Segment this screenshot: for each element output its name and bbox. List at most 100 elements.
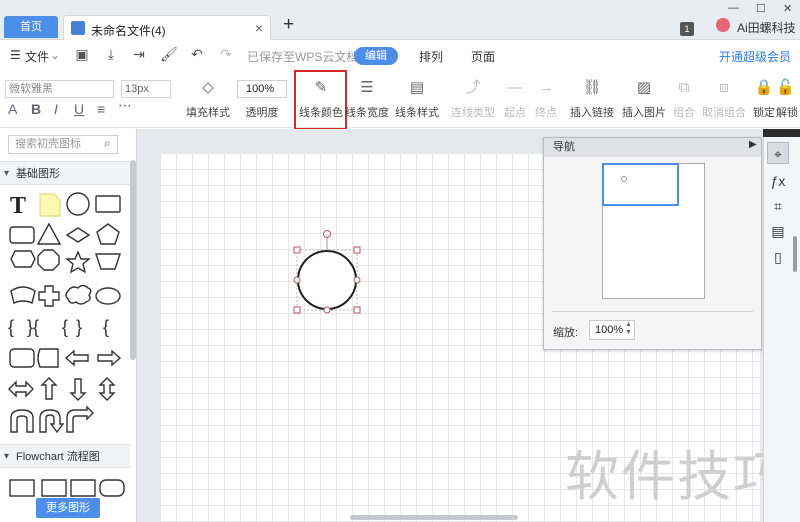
unlock-tool[interactable]: 🔓 解锁 [776,78,800,120]
line-style-icon: ▤ [409,79,425,96]
rail-scrollbar[interactable] [793,236,797,272]
menu-arrange[interactable]: 排列 [419,48,443,65]
window-count-badge[interactable]: 1 [680,22,694,36]
menu-bar [0,41,800,71]
watermark: 软件技巧 [565,445,789,508]
navigator-toggle-icon[interactable]: ⌖ [767,142,789,164]
saved-status: 已保存至WPS云文档 [247,50,359,64]
italic-button[interactable]: I [54,101,58,117]
delay-shape [37,348,59,368]
undo-icon[interactable]: ↶ [189,46,205,62]
underline-button[interactable]: U [74,101,84,117]
menu-file[interactable]: 文件 [25,48,49,65]
redo-icon[interactable]: ↷ [218,46,234,62]
double-arrow-h-shape [8,380,34,398]
maximize-icon[interactable]: ☐ [756,2,766,15]
trapezoid-shape [95,253,121,270]
text-options-icon[interactable]: ⋯ [118,97,132,114]
menu-edit[interactable]: 编辑 [354,47,398,65]
selected-circle[interactable] [290,228,364,314]
save-icon[interactable]: ▣ [74,46,90,62]
flowchart-palette[interactable] [0,472,130,498]
flowchart-process-shape [9,479,35,497]
crop-icon[interactable]: ⌗ [767,195,789,217]
hamburger-icon[interactable]: ☰ [10,48,21,62]
arrow-right-shape [97,349,122,367]
shape-palette[interactable]: T { }{ { } { [0,186,130,446]
insert-link-tool[interactable]: ⛓ 插入链接 [566,78,618,120]
fill-style-tool[interactable]: ◇ 填充样式 [182,78,234,120]
open-brace-shape: { [62,317,68,337]
align-button[interactable]: ≡ [97,101,105,117]
font-family-select[interactable]: 微软雅黑 [5,80,114,98]
formula-icon[interactable]: ƒx [767,170,789,192]
document-icon [71,21,85,35]
search-icon[interactable]: ⌕ [104,136,111,151]
double-arrow-v-shape [98,377,116,401]
circle-shape [66,192,90,216]
end-point-tool[interactable]: → 终点 [520,78,572,120]
resize-handle [353,306,361,314]
braces-shape: { [8,317,14,337]
chevron-down-icon[interactable]: ⌄ [50,48,60,62]
tab-document[interactable]: 未命名文件(4) × [63,15,271,40]
left-panel-scrollbar[interactable] [130,160,136,360]
document-page-icon[interactable]: ▯ [767,246,789,268]
tab-home[interactable]: 首页 [4,16,58,38]
horizontal-scrollbar[interactable] [350,515,518,520]
avatar[interactable] [716,18,730,32]
collapse-arrow-icon[interactable]: ▶ [749,139,757,150]
ellipse-shape [95,287,121,305]
process-shape [9,348,35,368]
zoom-label: 缩放: [553,327,579,339]
flowchart-step-shape [41,479,67,497]
user-name[interactable]: Ai田螺科技 [737,19,796,36]
line-style-tool[interactable]: ▤ 线条样式 [391,78,443,120]
circle-shape-on-canvas [297,250,357,310]
menu-page[interactable]: 页面 [471,48,495,65]
arrow-up-shape [40,377,58,400]
section-flowchart[interactable]: Flowchart 流程图 [0,444,130,469]
shape-search-input[interactable]: 搜索初壳图标 [8,135,118,154]
highlight-box [294,70,347,130]
format-painter-icon[interactable]: 🖌 [160,46,178,62]
unlock-icon: 🔓 [776,79,795,96]
zoom-stepper-icon[interactable]: ▲ ▼ [625,321,632,337]
section-basic-shapes[interactable]: 基础图形 [0,161,130,186]
arrow-left-shape [64,349,89,367]
more-shapes-button[interactable]: 更多图形 [36,498,100,518]
divider [552,311,753,312]
rectangle-shape [95,195,121,213]
vip-link[interactable]: 开通超级会员 [719,48,791,65]
flowchart-terminal-shape [99,479,125,497]
single-brace-shape: { [103,317,109,337]
close-brace-shape: } [76,317,82,337]
minimize-icon[interactable]: — [728,2,739,14]
u-turn-shape [10,409,34,433]
double-braces-shape: }{ [27,317,39,337]
resize-handle [353,246,361,254]
export-icon[interactable]: ⇥ [131,46,147,62]
resize-handle [323,306,331,314]
cloud-shape [65,284,92,305]
navigator-viewport[interactable] [602,163,679,206]
navigator-title[interactable]: 导航 [544,138,761,157]
rounded-rect-shape [9,226,35,244]
tab-document-label: 未命名文件(4) [91,24,166,38]
opacity-tool[interactable]: . 透明度 [236,78,288,120]
text-shape: T [10,193,26,219]
diamond-shape [65,227,91,243]
close-tab-icon[interactable]: × [255,20,263,36]
new-tab-button[interactable]: + [283,14,294,36]
banner-shape [10,286,36,304]
download-icon[interactable]: ⤓ [103,46,119,62]
octagon-shape [37,249,60,271]
font-size-select[interactable]: 13px [121,80,171,98]
link-icon: ⛓ [582,79,602,96]
pages-icon[interactable]: ▤ [767,220,789,242]
close-window-icon[interactable]: ✕ [783,2,792,15]
font-color-button[interactable]: A [8,101,17,117]
bold-button[interactable]: B [31,101,41,117]
resize-handle [293,276,301,284]
line-width-tool[interactable]: ☰ 线条宽度 [341,78,393,120]
